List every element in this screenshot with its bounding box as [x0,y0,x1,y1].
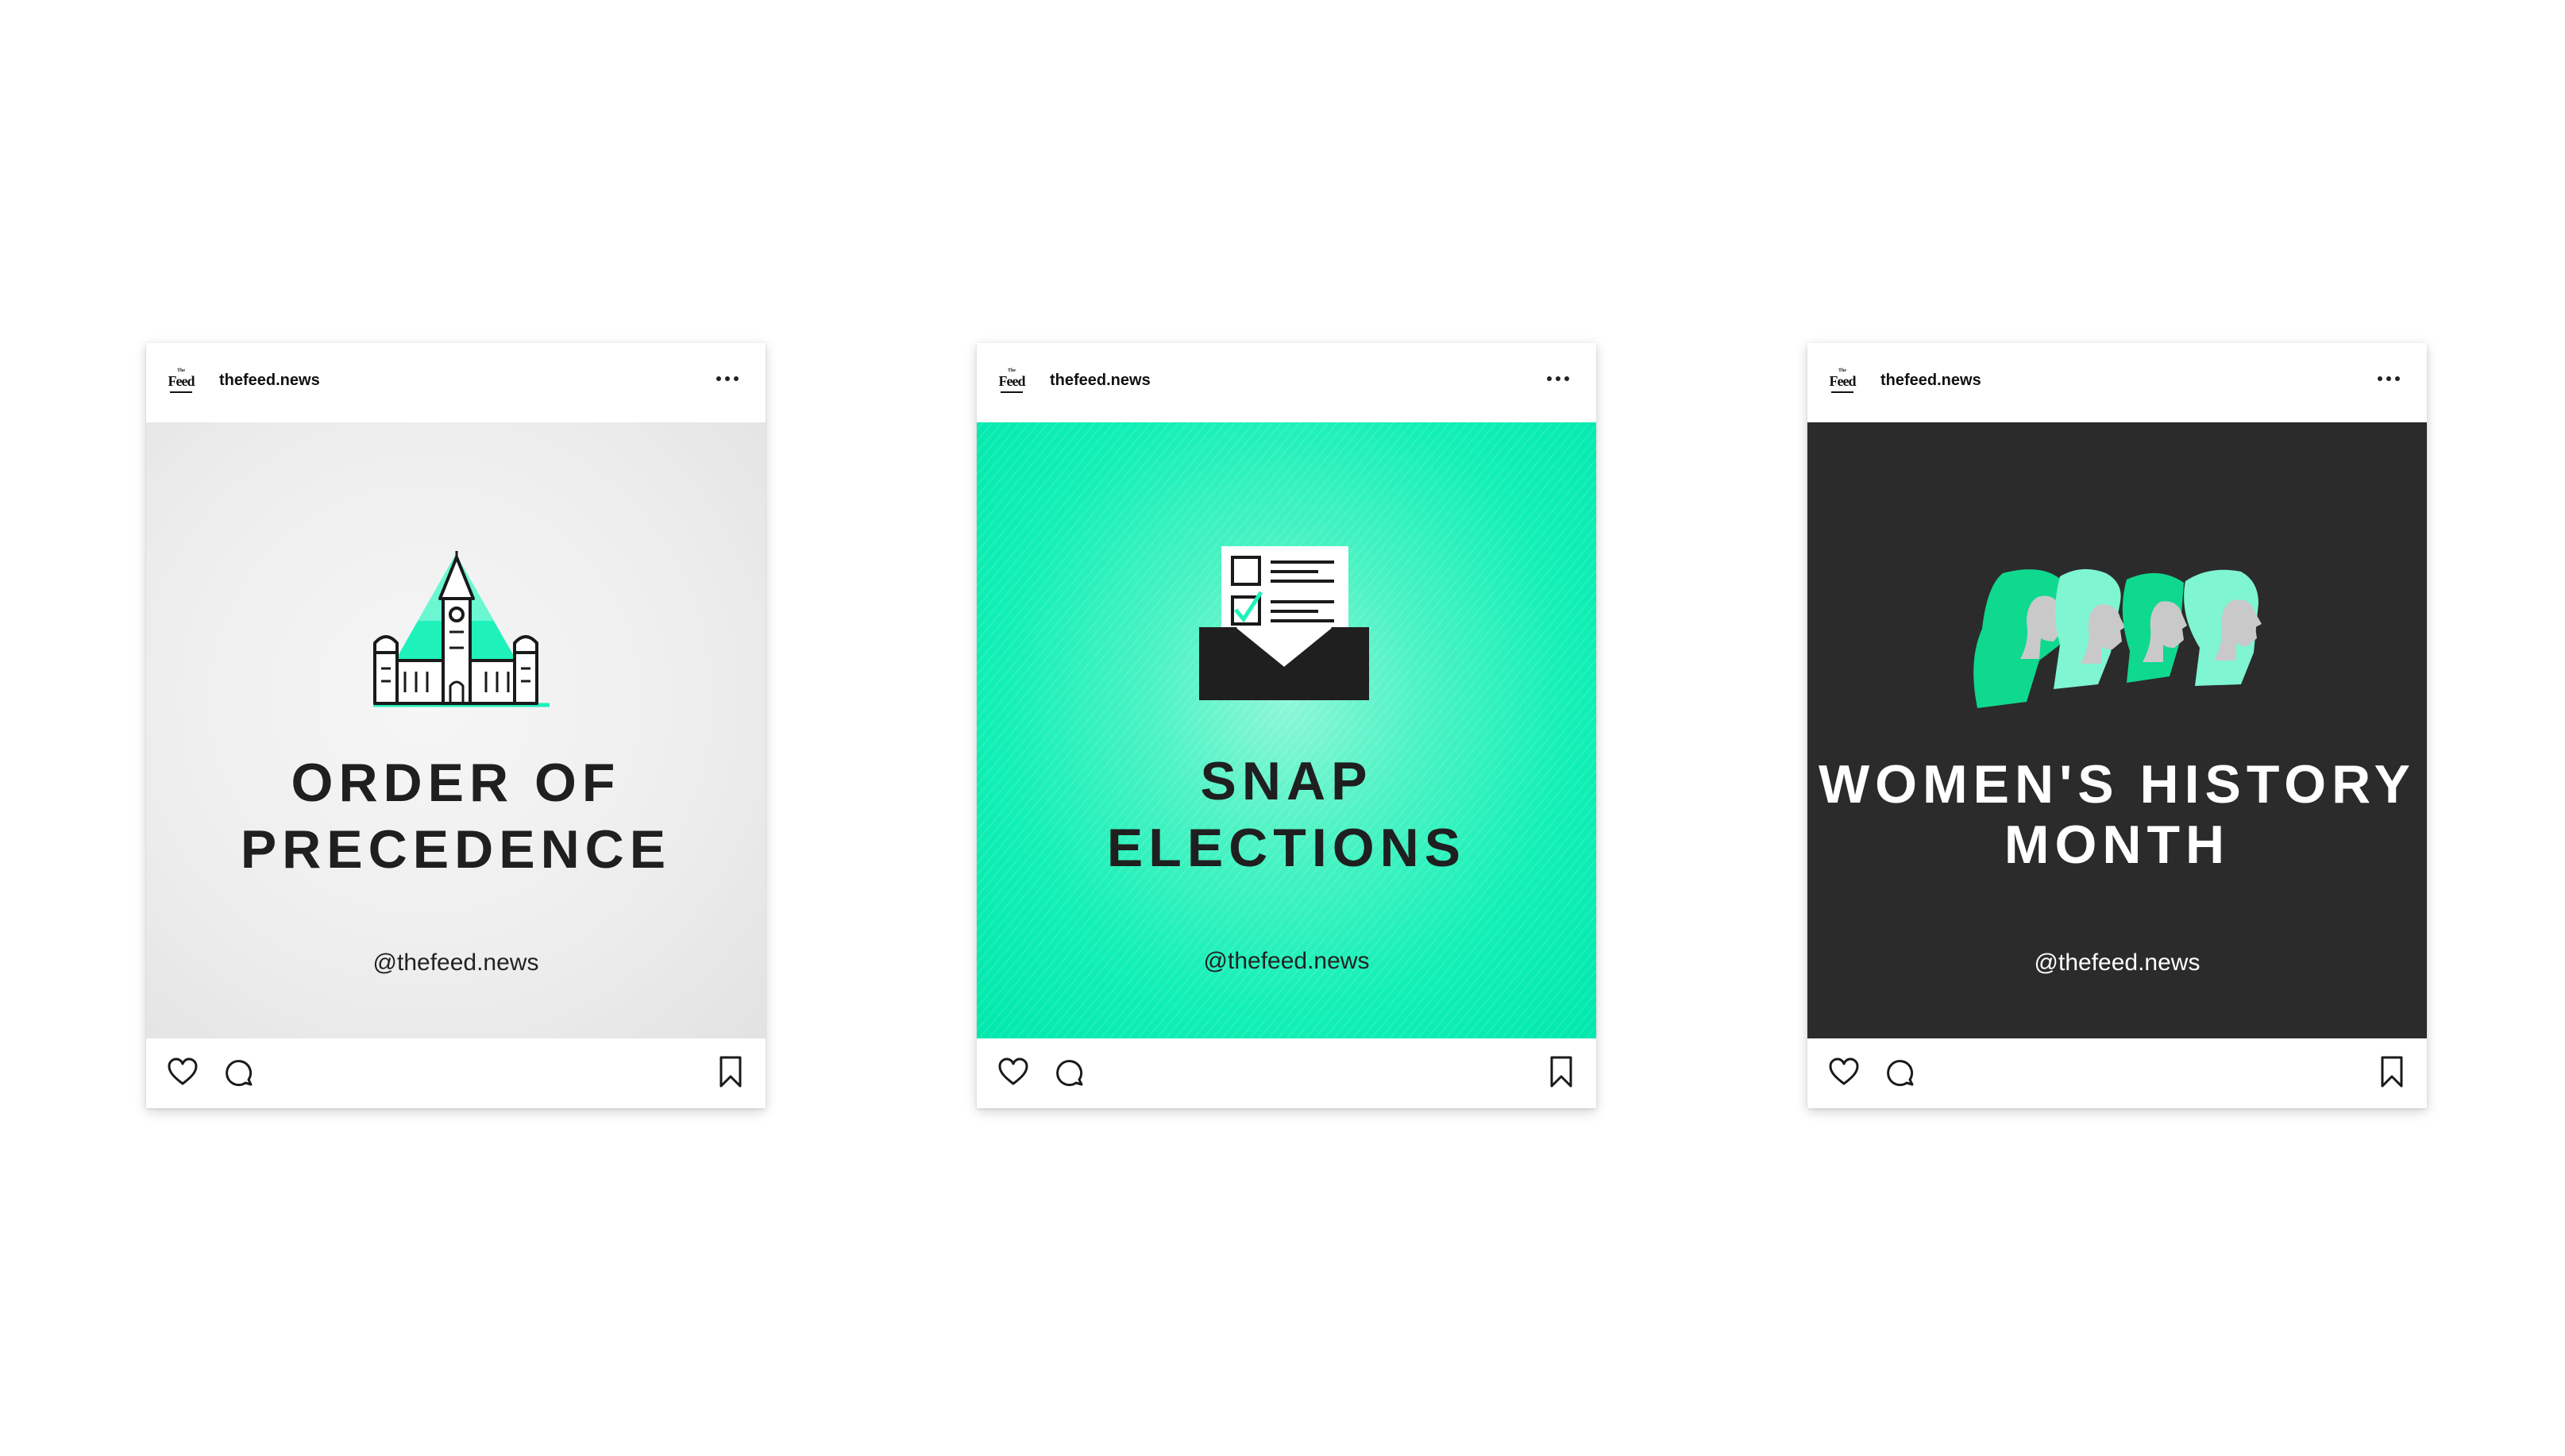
post-actions [977,1038,1596,1108]
post-actions [146,1038,766,1108]
comment-icon[interactable] [1051,1054,1086,1089]
avatar-rule [170,391,192,393]
heart-icon[interactable] [996,1054,1031,1089]
post-image: WOMEN'S HISTORY MONTH @thefeed.news [1807,422,2427,1038]
account-handle[interactable]: thefeed.news [1880,372,1981,390]
post-title-line: ORDER OF [291,753,621,813]
avatar-big-text: Feed [1829,373,1857,389]
post-header: The Feed thefeed.news [146,343,766,422]
post-tagline: @thefeed.news [372,949,539,976]
post-title: WOMEN'S HISTORY MONTH [1807,754,2427,875]
heart-icon[interactable] [165,1054,200,1089]
avatar-rule [1001,391,1023,393]
more-options-icon[interactable] [1547,376,1569,383]
post-image: ORDER OF PRECEDENCE @thefeed.news [146,422,766,1038]
post-card-womens-history-month: The Feed thefeed.news WOMEN'S HISTORY MO… [1807,343,2427,1108]
comment-icon[interactable] [1882,1054,1917,1089]
avatar-rule [1831,391,1853,393]
avatar[interactable]: The Feed [996,368,1028,395]
post-actions [1807,1038,2427,1108]
post-image: SNAP ELECTIONS @thefeed.news [977,422,1596,1038]
parliament-building-icon [373,551,550,707]
heart-icon[interactable] [1826,1054,1861,1089]
account-handle[interactable]: thefeed.news [1050,372,1151,390]
women-profiles-icon [1973,568,2262,708]
bookmark-icon[interactable] [1544,1054,1579,1089]
avatar-big-text: Feed [168,373,195,389]
avatar[interactable]: The Feed [165,368,197,395]
post-title-line: WOMEN'S HISTORY [1818,754,2416,815]
post-title-line: MONTH [2004,815,2231,875]
post-title-line: PRECEDENCE [240,819,672,880]
post-title: SNAP ELECTIONS [977,748,1596,881]
post-card-snap-elections: The Feed thefeed.news SNAP ELECTIONS @th… [977,343,1596,1108]
avatar[interactable]: The Feed [1826,368,1858,395]
post-title-line: SNAP [1200,751,1373,811]
account-handle[interactable]: thefeed.news [219,372,320,390]
avatar-big-text: Feed [998,373,1026,389]
bookmark-icon[interactable] [713,1054,748,1089]
post-tagline: @thefeed.news [2034,949,2200,976]
post-tagline: @thefeed.news [1203,948,1370,974]
post-header: The Feed thefeed.news [1807,343,2427,422]
comment-icon[interactable] [221,1054,256,1089]
post-header: The Feed thefeed.news [977,343,1596,422]
post-title: ORDER OF PRECEDENCE [146,749,766,883]
post-title-line: ELECTIONS [1106,818,1467,878]
ballot-envelope-icon [1199,546,1369,700]
more-options-icon[interactable] [2378,376,2400,383]
bookmark-icon[interactable] [2374,1054,2409,1089]
more-options-icon[interactable] [716,376,739,383]
post-card-order-of-precedence: The Feed thefeed.news ORDER OF PRECEDENC… [146,343,766,1108]
